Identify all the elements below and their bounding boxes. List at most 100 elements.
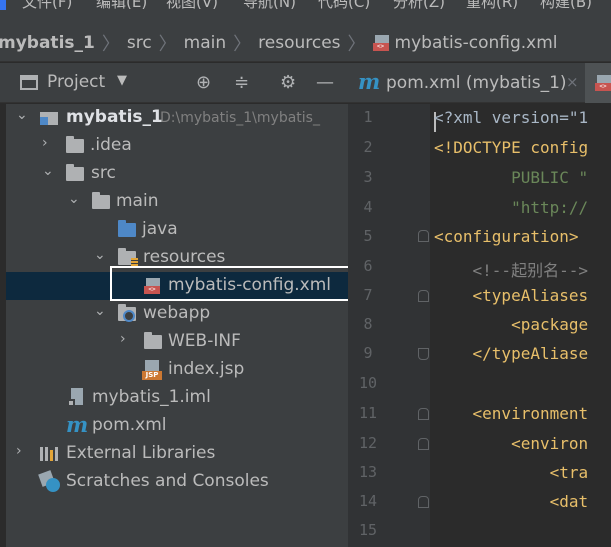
breadcrumb-resources[interactable]: resources <box>258 33 340 53</box>
tree-item-iml[interactable]: mybatis_1.iml <box>6 384 348 412</box>
line-number: 12 <box>358 434 378 452</box>
code-line: <configuration> <box>434 227 579 246</box>
source-folder-icon <box>118 220 136 237</box>
tab-pom-xml[interactable]: m pom.xml (mybatis_1) × <box>348 63 588 103</box>
gear-icon[interactable]: ⚙ <box>280 72 296 93</box>
tree-item-label: pom.xml <box>92 415 167 435</box>
menu-navigate[interactable]: 导航(N) <box>243 0 296 12</box>
tree-item-pom[interactable]: m pom.xml <box>6 412 348 440</box>
code-line: <!DOCTYPE config <box>434 138 589 157</box>
tree-item-web-inf[interactable]: › WEB-INF <box>6 328 348 356</box>
code-editor[interactable]: <?xml version="1 <!DOCTYPE config PUBLIC… <box>430 104 611 547</box>
resources-folder-icon <box>118 248 138 266</box>
chevron-down-icon[interactable]: ⌄ <box>94 247 106 263</box>
tree-item-java[interactable]: java <box>6 216 348 244</box>
tree-item-idea[interactable]: › .idea <box>6 132 348 160</box>
code-line: <environment <box>434 404 589 423</box>
minimize-icon[interactable]: — <box>316 72 334 93</box>
tree-item-main[interactable]: ⌄ main <box>6 188 348 216</box>
project-view-selector[interactable]: Project <box>47 72 105 92</box>
menu-build[interactable]: 构建(B) <box>540 0 592 12</box>
chevron-right-icon: 〉 <box>101 33 120 55</box>
tree-item-path: D:\mybatis_1\mybatis_ <box>160 110 320 126</box>
line-number: 8 <box>363 315 373 333</box>
menu-analyze[interactable]: 分析(Z) <box>393 0 445 12</box>
menu-edit[interactable]: 编辑(E) <box>96 0 147 12</box>
line-number: 1 <box>363 108 373 126</box>
tree-item-label: WEB-INF <box>168 331 241 351</box>
chevron-right-icon: 〉 <box>233 33 252 55</box>
editor-gutter: 1 2 3 4 5 6 7 8 9 10 11 12 13 14 15 <box>348 104 430 547</box>
line-number: 13 <box>358 463 378 481</box>
maven-icon: m <box>66 412 89 437</box>
tree-item-label: src <box>91 163 116 183</box>
fold-marker-icon[interactable] <box>418 438 429 450</box>
project-tree: ⌄ mybatis_1 D:\mybatis_1\mybatis_ › .ide… <box>6 104 348 547</box>
tree-item-src[interactable]: ⌄ src <box>6 160 348 188</box>
line-number: 14 <box>358 492 378 510</box>
folder-icon <box>92 192 110 209</box>
chevron-down-icon[interactable]: ⌄ <box>68 191 80 207</box>
scratches-icon <box>38 470 62 494</box>
breadcrumb-file[interactable]: mybatis-config.xml <box>395 33 558 53</box>
tree-item-external-libraries[interactable]: › External Libraries <box>6 440 348 468</box>
tree-item-label: Scratches and Consoles <box>66 471 269 491</box>
tree-item-mybatis_1[interactable]: ⌄ mybatis_1 D:\mybatis_1\mybatis_ <box>6 104 348 132</box>
code-line: <!--起别名--> <box>434 261 588 280</box>
chevron-right-icon[interactable]: › <box>120 331 126 347</box>
jsp-file-icon: JSP <box>142 360 162 380</box>
tree-item-label: mybatis_1.iml <box>92 387 211 407</box>
code-line: <environ <box>434 434 589 453</box>
line-number: 6 <box>363 257 373 275</box>
libraries-icon <box>40 447 60 461</box>
code-line: <dat <box>434 492 589 511</box>
chevron-right-icon[interactable]: › <box>16 443 22 459</box>
breadcrumb-project[interactable]: mybatis_1 <box>0 33 95 53</box>
tree-item-label: index.jsp <box>168 359 245 379</box>
triangle-down-icon[interactable]: ▼ <box>117 73 127 88</box>
menu-file[interactable]: 文件(F) <box>22 0 72 12</box>
tree-item-label: External Libraries <box>66 443 216 463</box>
close-icon[interactable]: × <box>566 73 579 91</box>
collapse-all-icon[interactable]: ≑ <box>234 72 249 93</box>
tree-item-webapp[interactable]: ⌄ webapp <box>6 300 348 328</box>
code-line: <typeAliases <box>434 286 589 305</box>
code-line: PUBLIC " <box>434 168 589 187</box>
breadcrumb-src[interactable]: src <box>127 33 152 53</box>
line-number: 4 <box>363 198 373 216</box>
menu-refactor[interactable]: 重构(R) <box>466 0 518 12</box>
tab-mybatis-config[interactable]: <> <box>585 63 611 103</box>
tree-item-label: main <box>116 191 159 211</box>
tree-item-scratches[interactable]: Scratches and Consoles <box>6 468 348 496</box>
fold-marker-icon[interactable] <box>418 230 429 242</box>
fold-marker-icon[interactable] <box>418 408 429 420</box>
line-number: 5 <box>363 227 373 245</box>
line-number: 9 <box>363 344 373 362</box>
iml-file-icon <box>66 388 86 408</box>
breadcrumb-main[interactable]: main <box>184 33 226 53</box>
chevron-down-icon[interactable]: ⌄ <box>94 303 106 319</box>
app-icon <box>0 0 6 10</box>
chevron-down-icon[interactable]: ⌄ <box>16 107 28 123</box>
menu-view[interactable]: 视图(V) <box>166 0 218 12</box>
menu-code[interactable]: 代码(C) <box>318 0 370 12</box>
maven-icon: m <box>358 69 381 94</box>
tree-item-label: java <box>142 219 178 239</box>
fold-marker-icon[interactable] <box>418 290 429 302</box>
module-icon <box>40 109 60 125</box>
fold-marker-icon[interactable] <box>418 348 429 360</box>
tree-item-label: .idea <box>90 135 132 155</box>
crosshair-icon[interactable]: ⊕ <box>196 72 211 93</box>
fold-marker-icon[interactable] <box>418 496 429 508</box>
breadcrumb: mybatis_1 〉 src 〉 main 〉 resources 〉 <> … <box>0 24 611 62</box>
project-panel-header: Project ▼ ⊕ ≑ ⚙ — <box>0 63 348 103</box>
line-number: 3 <box>363 168 373 186</box>
code-line: <?xml version="1 <box>434 108 589 127</box>
chevron-right-icon: 〉 <box>347 33 366 55</box>
chevron-right-icon[interactable]: › <box>42 135 48 151</box>
editor-tab-bar: m pom.xml (mybatis_1) × <> <box>348 63 611 103</box>
tree-item-index-jsp[interactable]: JSP index.jsp <box>6 356 348 384</box>
chevron-down-icon[interactable]: ⌄ <box>42 163 54 179</box>
tree-item-label: resources <box>143 247 226 267</box>
folder-icon <box>66 164 84 181</box>
